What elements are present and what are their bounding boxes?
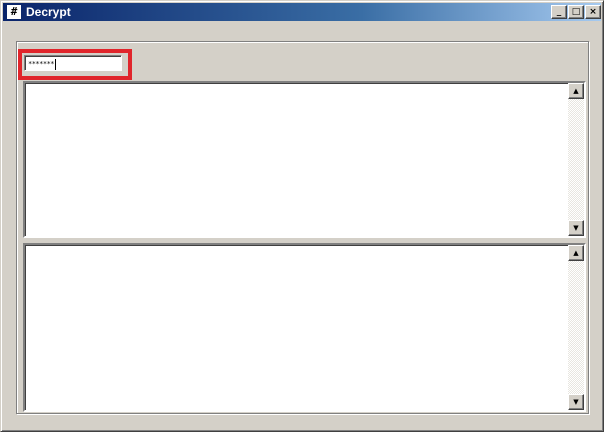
input-text-area[interactable]: ▲ ▼ (23, 81, 586, 238)
text-caret (55, 58, 57, 70)
decrypt-window: # Decrypt _ □ × ******* ▲ ▼ ▲ ▼ (0, 0, 604, 432)
password-field[interactable]: ******* (24, 55, 122, 71)
minimize-button[interactable]: _ (551, 5, 567, 19)
scroll-up-arrow-icon[interactable]: ▲ (568, 245, 584, 261)
window-title: Decrypt (26, 5, 71, 19)
scroll-down-arrow-icon[interactable]: ▼ (568, 220, 584, 236)
scroll-up-arrow-icon[interactable]: ▲ (568, 83, 584, 99)
scroll-down-arrow-icon[interactable]: ▼ (568, 394, 584, 410)
app-icon[interactable]: # (7, 5, 21, 19)
title-bar[interactable]: # Decrypt _ □ × (3, 3, 601, 21)
password-field-value: ******* (28, 60, 55, 68)
input-text-area-scrollbar[interactable]: ▲ ▼ (568, 83, 584, 236)
close-button[interactable]: × (585, 5, 601, 19)
output-text-area[interactable]: ▲ ▼ (23, 243, 586, 412)
maximize-button[interactable]: □ (568, 5, 584, 19)
output-text-area-scrollbar[interactable]: ▲ ▼ (568, 245, 584, 410)
